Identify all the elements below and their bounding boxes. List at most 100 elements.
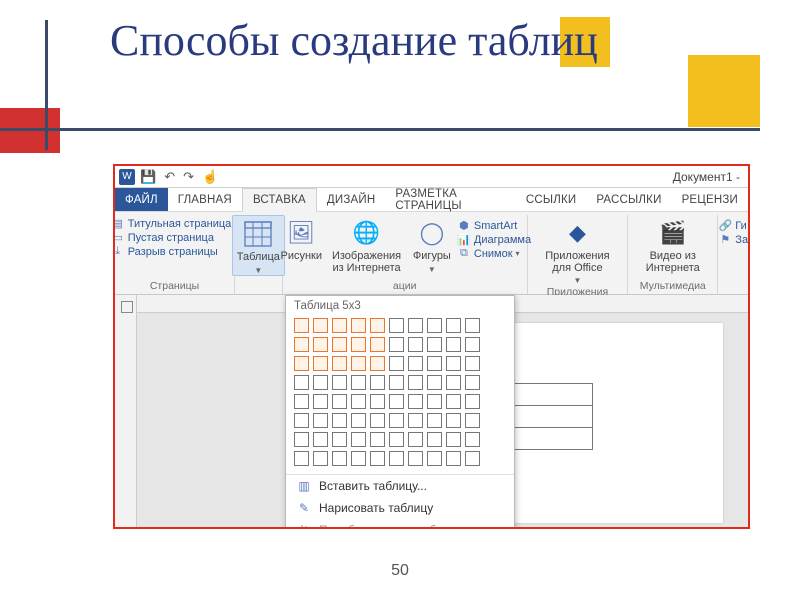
grid-cell[interactable] xyxy=(465,318,480,333)
grid-cell[interactable] xyxy=(465,413,480,428)
online-video-button[interactable]: 🎬 Видео из Интернета xyxy=(632,215,713,274)
grid-cell[interactable] xyxy=(408,394,423,409)
grid-cell[interactable] xyxy=(370,337,385,352)
grid-cell[interactable] xyxy=(408,432,423,447)
grid-cell[interactable] xyxy=(408,356,423,371)
grid-cell[interactable] xyxy=(351,375,366,390)
grid-cell[interactable] xyxy=(446,356,461,371)
hyperlink-button[interactable]: 🔗Ги xyxy=(718,219,748,232)
grid-cell[interactable] xyxy=(313,451,328,466)
grid-cell[interactable] xyxy=(313,356,328,371)
grid-cell[interactable] xyxy=(351,394,366,409)
touch-mode-icon[interactable]: ☝ xyxy=(199,169,221,185)
grid-cell[interactable] xyxy=(313,318,328,333)
grid-cell[interactable] xyxy=(351,432,366,447)
grid-cell[interactable] xyxy=(370,356,385,371)
grid-cell[interactable] xyxy=(408,337,423,352)
grid-cell[interactable] xyxy=(408,413,423,428)
chart-button[interactable]: 📊Диаграмма xyxy=(457,233,531,246)
grid-cell[interactable] xyxy=(389,356,404,371)
table-button[interactable]: Таблица ▼ xyxy=(232,215,285,276)
grid-cell[interactable] xyxy=(370,451,385,466)
smartart-button[interactable]: ⬢SmartArt xyxy=(457,219,531,232)
grid-cell[interactable] xyxy=(408,375,423,390)
grid-cell[interactable] xyxy=(294,394,309,409)
grid-cell[interactable] xyxy=(294,375,309,390)
grid-cell[interactable] xyxy=(370,318,385,333)
grid-cell[interactable] xyxy=(370,413,385,428)
grid-cell[interactable] xyxy=(446,451,461,466)
grid-cell[interactable] xyxy=(332,394,347,409)
grid-cell[interactable] xyxy=(389,318,404,333)
cover-page-button[interactable]: ▤Титульная страница▾ xyxy=(113,217,238,230)
grid-cell[interactable] xyxy=(332,337,347,352)
grid-cell[interactable] xyxy=(294,413,309,428)
bookmark-button[interactable]: ⚑За xyxy=(718,233,748,246)
grid-cell[interactable] xyxy=(370,375,385,390)
grid-cell[interactable] xyxy=(294,337,309,352)
grid-cell[interactable] xyxy=(389,394,404,409)
tab-insert[interactable]: ВСТАВКА xyxy=(242,188,317,212)
grid-cell[interactable] xyxy=(389,413,404,428)
grid-cell[interactable] xyxy=(389,451,404,466)
grid-cell[interactable] xyxy=(294,451,309,466)
grid-cell[interactable] xyxy=(351,337,366,352)
grid-cell[interactable] xyxy=(427,356,442,371)
shapes-button[interactable]: ◯ Фигуры ▼ xyxy=(409,215,455,274)
grid-cell[interactable] xyxy=(446,375,461,390)
grid-cell[interactable] xyxy=(465,451,480,466)
grid-cell[interactable] xyxy=(370,394,385,409)
grid-cell[interactable] xyxy=(465,375,480,390)
table-size-grid[interactable] xyxy=(286,314,514,475)
redo-icon[interactable]: ↷ xyxy=(180,169,197,185)
grid-cell[interactable] xyxy=(427,337,442,352)
grid-cell[interactable] xyxy=(465,394,480,409)
grid-cell[interactable] xyxy=(332,318,347,333)
grid-cell[interactable] xyxy=(446,337,461,352)
grid-cell[interactable] xyxy=(465,356,480,371)
grid-cell[interactable] xyxy=(446,394,461,409)
tab-file[interactable]: ФАЙЛ xyxy=(115,188,168,211)
tab-mailings[interactable]: РАССЫЛКИ xyxy=(586,188,671,211)
online-pictures-button[interactable]: 🌐 Изображения из Интернета xyxy=(326,215,407,274)
blank-page-button[interactable]: ▭Пустая страница xyxy=(113,231,238,244)
grid-cell[interactable] xyxy=(465,337,480,352)
office-apps-button[interactable]: ◆ Приложения для Office ▼ xyxy=(532,215,624,285)
grid-cell[interactable] xyxy=(465,432,480,447)
grid-cell[interactable] xyxy=(294,432,309,447)
grid-cell[interactable] xyxy=(332,413,347,428)
save-icon[interactable]: 💾 xyxy=(137,169,159,185)
grid-cell[interactable] xyxy=(313,337,328,352)
grid-cell[interactable] xyxy=(332,451,347,466)
tab-layout[interactable]: РАЗМЕТКА СТРАНИЦЫ xyxy=(385,188,515,211)
grid-cell[interactable] xyxy=(351,451,366,466)
tab-review[interactable]: РЕЦЕНЗИ xyxy=(672,188,748,211)
grid-cell[interactable] xyxy=(427,318,442,333)
undo-icon[interactable]: ↶ xyxy=(161,169,178,185)
grid-cell[interactable] xyxy=(446,318,461,333)
grid-cell[interactable] xyxy=(313,375,328,390)
screenshot-button[interactable]: ⧉Снимок▾ xyxy=(457,247,531,260)
tab-home[interactable]: ГЛАВНАЯ xyxy=(168,188,242,211)
grid-cell[interactable] xyxy=(427,413,442,428)
grid-cell[interactable] xyxy=(408,318,423,333)
grid-cell[interactable] xyxy=(332,375,347,390)
menu-item[interactable]: ✎Нарисовать таблицу xyxy=(286,497,514,519)
grid-cell[interactable] xyxy=(313,432,328,447)
grid-cell[interactable] xyxy=(294,318,309,333)
grid-cell[interactable] xyxy=(313,413,328,428)
grid-cell[interactable] xyxy=(294,356,309,371)
page-break-button[interactable]: ⤓Разрыв страницы xyxy=(113,245,238,258)
tab-references[interactable]: ССЫЛКИ xyxy=(516,188,587,211)
grid-cell[interactable] xyxy=(427,394,442,409)
tab-design[interactable]: ДИЗАЙН xyxy=(317,188,385,211)
grid-cell[interactable] xyxy=(351,356,366,371)
grid-cell[interactable] xyxy=(427,451,442,466)
grid-cell[interactable] xyxy=(370,432,385,447)
grid-cell[interactable] xyxy=(351,413,366,428)
grid-cell[interactable] xyxy=(427,432,442,447)
pictures-button[interactable]: 🖼 Рисунки xyxy=(278,215,324,263)
grid-cell[interactable] xyxy=(313,394,328,409)
grid-cell[interactable] xyxy=(389,432,404,447)
grid-cell[interactable] xyxy=(408,451,423,466)
